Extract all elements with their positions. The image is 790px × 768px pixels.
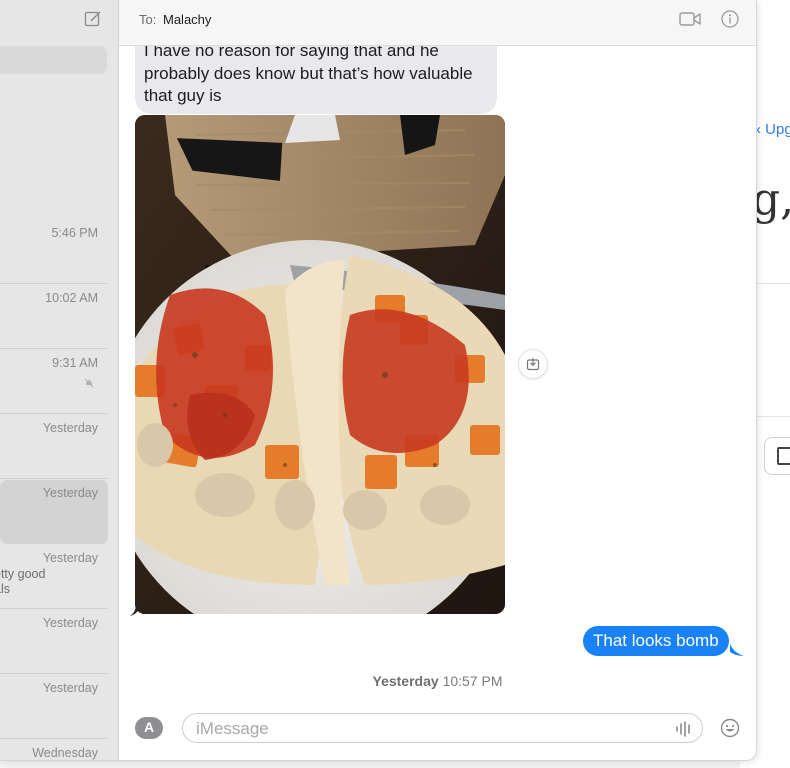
taco-plate-image (135, 115, 505, 614)
info-icon[interactable] (721, 10, 739, 28)
conversation-item[interactable]: 10:02 AM (0, 285, 108, 349)
conversation-time: 10:02 AM (45, 291, 98, 305)
divider (0, 608, 108, 609)
conversation-item-selected[interactable]: Yesterday (0, 480, 108, 544)
conversation-sidebar: 5:46 PM 10:02 AM 9:31 AM Yesterday Yeste… (0, 0, 119, 760)
conversation-item[interactable]: 5:46 PM (0, 220, 108, 284)
conversation-time: 5:46 PM (51, 226, 98, 240)
app-store-button[interactable]: A (135, 717, 163, 739)
divider (0, 673, 108, 674)
conversation-time: Yesterday (42, 486, 98, 500)
conversation-item[interactable]: 9:31 AM (0, 350, 108, 414)
received-message-bubble[interactable]: I have no reason for saying that and he … (135, 46, 497, 114)
audio-waveform-icon[interactable] (675, 721, 693, 737)
food-photo-attachment[interactable] (135, 115, 505, 614)
cup-icon (777, 447, 790, 465)
sent-message-bubble[interactable]: That looks bomb (583, 626, 729, 656)
background-heading-fragment: g, (752, 174, 790, 225)
save-attachment-button[interactable] (518, 349, 548, 379)
imessage-input[interactable]: iMessage (182, 713, 703, 743)
conversation-item[interactable]: Wednesday (0, 740, 108, 760)
compose-icon[interactable] (84, 10, 102, 28)
conversation-preview: etty good als (0, 567, 46, 596)
divider (0, 413, 108, 414)
emoji-icon[interactable] (720, 718, 740, 738)
conversation-time: 9:31 AM (52, 356, 98, 370)
download-icon (526, 358, 540, 371)
to-label: To: (139, 12, 157, 27)
background-toolbar-button[interactable] (764, 437, 790, 475)
search-field[interactable] (0, 46, 107, 74)
video-call-icon[interactable] (679, 11, 701, 27)
divider (0, 478, 108, 479)
conversation-item[interactable]: Yesterday (0, 415, 108, 479)
conversation-header: To: Malachy (119, 0, 756, 46)
messages-window: 5:46 PM 10:02 AM 9:31 AM Yesterday Yeste… (0, 0, 756, 760)
bubble-tail (130, 604, 142, 616)
message-timestamp: Yesterday 10:57 PM (372, 673, 503, 689)
message-transcript: I have no reason for saying that and he … (119, 46, 756, 696)
conversation-time: Yesterday (42, 551, 98, 565)
divider (756, 416, 790, 417)
divider (0, 348, 108, 349)
conversation-item[interactable]: Yesterday etty good als (0, 545, 108, 609)
conversation-time: Yesterday (42, 681, 98, 695)
upgrade-link[interactable]: ‹ Upg (756, 121, 790, 138)
conversation-time: Yesterday (42, 616, 98, 630)
conversation-item[interactable]: Yesterday (0, 675, 108, 739)
divider (0, 738, 108, 739)
divider (756, 283, 790, 284)
conversation-item[interactable]: Yesterday (0, 610, 108, 674)
conversation-time: Yesterday (42, 421, 98, 435)
input-placeholder: iMessage (196, 719, 269, 738)
bubble-tail (730, 644, 744, 656)
app-store-icon: A (143, 719, 155, 735)
recipient-name[interactable]: Malachy (163, 12, 211, 27)
conversation-time: Wednesday (32, 746, 98, 760)
muted-bell-icon (84, 378, 94, 388)
divider (0, 283, 108, 284)
